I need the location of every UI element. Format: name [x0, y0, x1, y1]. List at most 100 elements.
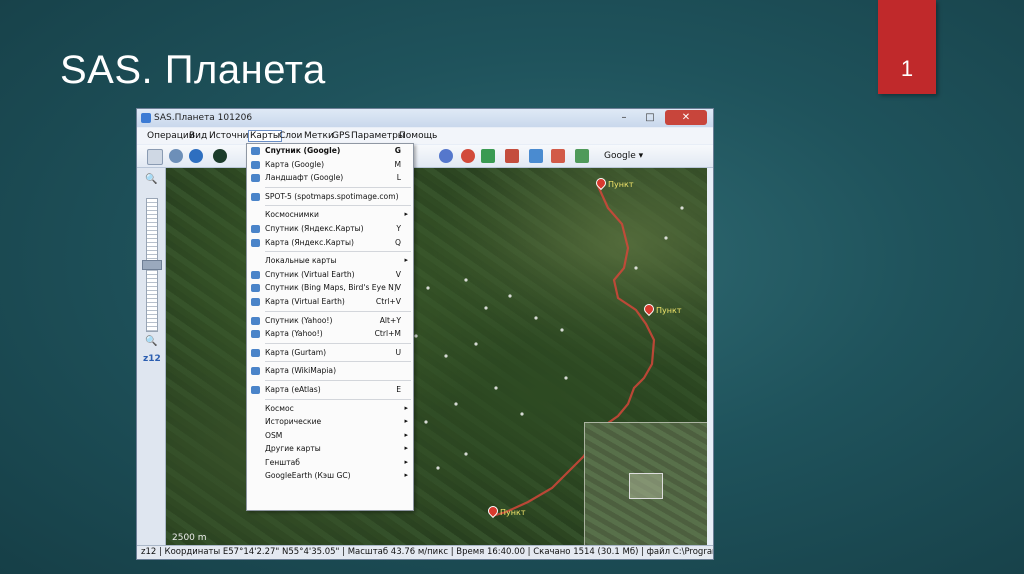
- zoom-in-icon[interactable]: 🔍: [145, 174, 157, 185]
- maps-menu-item-shortcut: Alt+Y: [379, 315, 401, 325]
- maps-menu-item[interactable]: Ландшафт (Google) L: [247, 171, 413, 185]
- maps-menu-item[interactable]: Спутник (Bing Maps, Bird's Eye N) V: [247, 281, 413, 295]
- globe-icon: [251, 224, 260, 233]
- maps-menu-item-label: Локальные карты: [265, 256, 337, 266]
- edit-tool-icon[interactable]: [575, 149, 589, 163]
- maps-menu-item[interactable]: Карта (WikiMapia): [247, 364, 413, 378]
- submenu-arrow-icon: ▸: [404, 210, 408, 219]
- maps-menu-item-shortcut: G: [394, 146, 401, 155]
- minimap-viewport[interactable]: [629, 473, 663, 499]
- zoom-level: z12: [143, 354, 161, 364]
- slide-title: SAS. Планета: [60, 48, 326, 92]
- submenu-arrow-icon: ▸: [404, 430, 408, 439]
- globe-icon: [251, 174, 260, 183]
- maps-menu-item-label: Спутник (Yahoo!): [265, 315, 333, 325]
- menu-settings[interactable]: Параметры: [351, 131, 405, 141]
- minimize-button[interactable]: –: [613, 110, 635, 125]
- maps-menu-item[interactable]: Локальные карты ▸: [247, 254, 413, 268]
- menu-operations[interactable]: Операции: [147, 131, 195, 141]
- page-number-badge: 1: [878, 0, 936, 94]
- maps-menu-item[interactable]: Карта (Яндекс.Карты) Q: [247, 236, 413, 250]
- maps-menu-item[interactable]: Спутник (Google) G: [247, 144, 413, 158]
- menu-gps[interactable]: GPS: [332, 131, 350, 141]
- menu-marks[interactable]: Метки: [304, 131, 334, 141]
- menu-separator: [265, 186, 411, 188]
- maps-menu-item[interactable]: SPOT-5 (spotmaps.spotimage.com): [247, 190, 413, 204]
- map-source-select[interactable]: Google ▾: [604, 151, 643, 161]
- maps-menu-item-label: GoogleEarth (Кэш GC): [265, 471, 351, 481]
- maps-menu-item-label: Генштаб: [265, 457, 300, 467]
- pin-label-waypoint: Пункт: [656, 306, 682, 315]
- maps-menu-item[interactable]: Космос ▸: [247, 402, 413, 416]
- minimap[interactable]: [584, 422, 707, 545]
- page-number: 1: [900, 56, 914, 81]
- zoom-slider-knob[interactable]: [142, 260, 162, 270]
- zoom-panel: 🔍 🔍 z12: [137, 168, 166, 545]
- globe-icon: [251, 192, 260, 201]
- maps-menu-item-shortcut: Y: [396, 223, 401, 233]
- maps-menu-item[interactable]: Исторические ▸: [247, 415, 413, 429]
- maps-menu-item-shortcut: M: [394, 159, 401, 169]
- menu-layers[interactable]: Слои: [279, 131, 302, 141]
- layer-globe-icon[interactable]: [439, 149, 453, 163]
- menu-separator: [265, 379, 411, 381]
- maps-menu-item[interactable]: Спутник (Yahoo!) Alt+Y: [247, 314, 413, 328]
- maximize-button[interactable]: □: [639, 110, 661, 125]
- maps-menu-item[interactable]: Карта (eAtlas) E: [247, 383, 413, 397]
- close-button[interactable]: ✕: [665, 110, 707, 125]
- globe-icon: [251, 270, 260, 279]
- route-icon[interactable]: [505, 149, 519, 163]
- measure-tool-icon[interactable]: [551, 149, 565, 163]
- maps-menu-item[interactable]: Генштаб ▸: [247, 456, 413, 470]
- path-tool-icon[interactable]: [529, 149, 543, 163]
- app-icon: [141, 113, 151, 123]
- maps-menu-item-label: OSM: [265, 430, 283, 440]
- globe-icon[interactable]: [189, 149, 203, 163]
- maps-menu-item-label: Спутник (Яндекс.Карты): [265, 223, 364, 233]
- globe-icon: [251, 316, 260, 325]
- window-titlebar[interactable]: SAS.Планета 101206 – □ ✕: [137, 109, 713, 127]
- maps-menu-item-shortcut: L: [396, 173, 401, 183]
- menu-help[interactable]: Помощь: [399, 131, 437, 141]
- maps-menu-item-shortcut: Q: [395, 237, 401, 247]
- maps-menu-item[interactable]: Другие карты ▸: [247, 442, 413, 456]
- maps-menu-item[interactable]: Карта (Virtual Earth) Ctrl+V: [247, 295, 413, 309]
- maps-menu-item-label: Карта (Яндекс.Карты): [265, 237, 354, 247]
- pin-label-end: Пункт: [500, 508, 526, 517]
- maps-menu-item[interactable]: Карта (Yahoo!) Ctrl+M: [247, 327, 413, 341]
- satellite-icon[interactable]: [169, 149, 183, 163]
- maps-menu-item[interactable]: GoogleEarth (Кэш GC) ▸: [247, 469, 413, 483]
- maps-menu-item[interactable]: Карта (Gurtam) U: [247, 346, 413, 360]
- maps-menu-item[interactable]: Спутник (Virtual Earth) V: [247, 268, 413, 282]
- maps-menu-item-label: Другие карты: [265, 444, 321, 454]
- menu-separator: [265, 310, 411, 312]
- marks-icon[interactable]: [461, 149, 475, 163]
- maps-menu-item-label: Карта (WikiMapia): [265, 366, 337, 376]
- maps-menu-item[interactable]: Карта (Google) M: [247, 158, 413, 172]
- maps-menu-item-label: Исторические: [265, 417, 322, 427]
- maps-menu-item[interactable]: Спутник (Яндекс.Карты) Y: [247, 222, 413, 236]
- maps-menu-item-label: Космоснимки: [265, 210, 319, 220]
- menu-separator: [265, 342, 411, 344]
- menu-separator: [265, 205, 411, 207]
- zoom-out-icon[interactable]: 🔍: [145, 336, 157, 347]
- menu-view[interactable]: Вид: [189, 131, 207, 141]
- globe-icon: [251, 367, 260, 376]
- globe-icon: [251, 297, 260, 306]
- menu-separator: [265, 361, 411, 363]
- maps-menu-item-label: Ландшафт (Google): [265, 173, 344, 183]
- toolbar: Google ▾: [137, 145, 713, 168]
- maps-menu-item[interactable]: OSM ▸: [247, 429, 413, 443]
- maps-menu-item-label: Карта (Google): [265, 159, 325, 169]
- hand-tool-icon[interactable]: [147, 149, 163, 165]
- submenu-arrow-icon: ▸: [404, 444, 408, 453]
- gps-icon[interactable]: [481, 149, 495, 163]
- maps-menu-item-label: Карта (Gurtam): [265, 347, 327, 357]
- submenu-arrow-icon: ▸: [404, 457, 408, 466]
- earth-icon[interactable]: [213, 149, 227, 163]
- submenu-arrow-icon: ▸: [404, 256, 408, 265]
- maps-menu-item[interactable]: Космоснимки ▸: [247, 208, 413, 222]
- maps-menu-item-label: Карта (Yahoo!): [265, 329, 323, 339]
- maps-menu-item-shortcut: Ctrl+V: [375, 296, 401, 306]
- menu-maps[interactable]: Карты: [248, 130, 282, 142]
